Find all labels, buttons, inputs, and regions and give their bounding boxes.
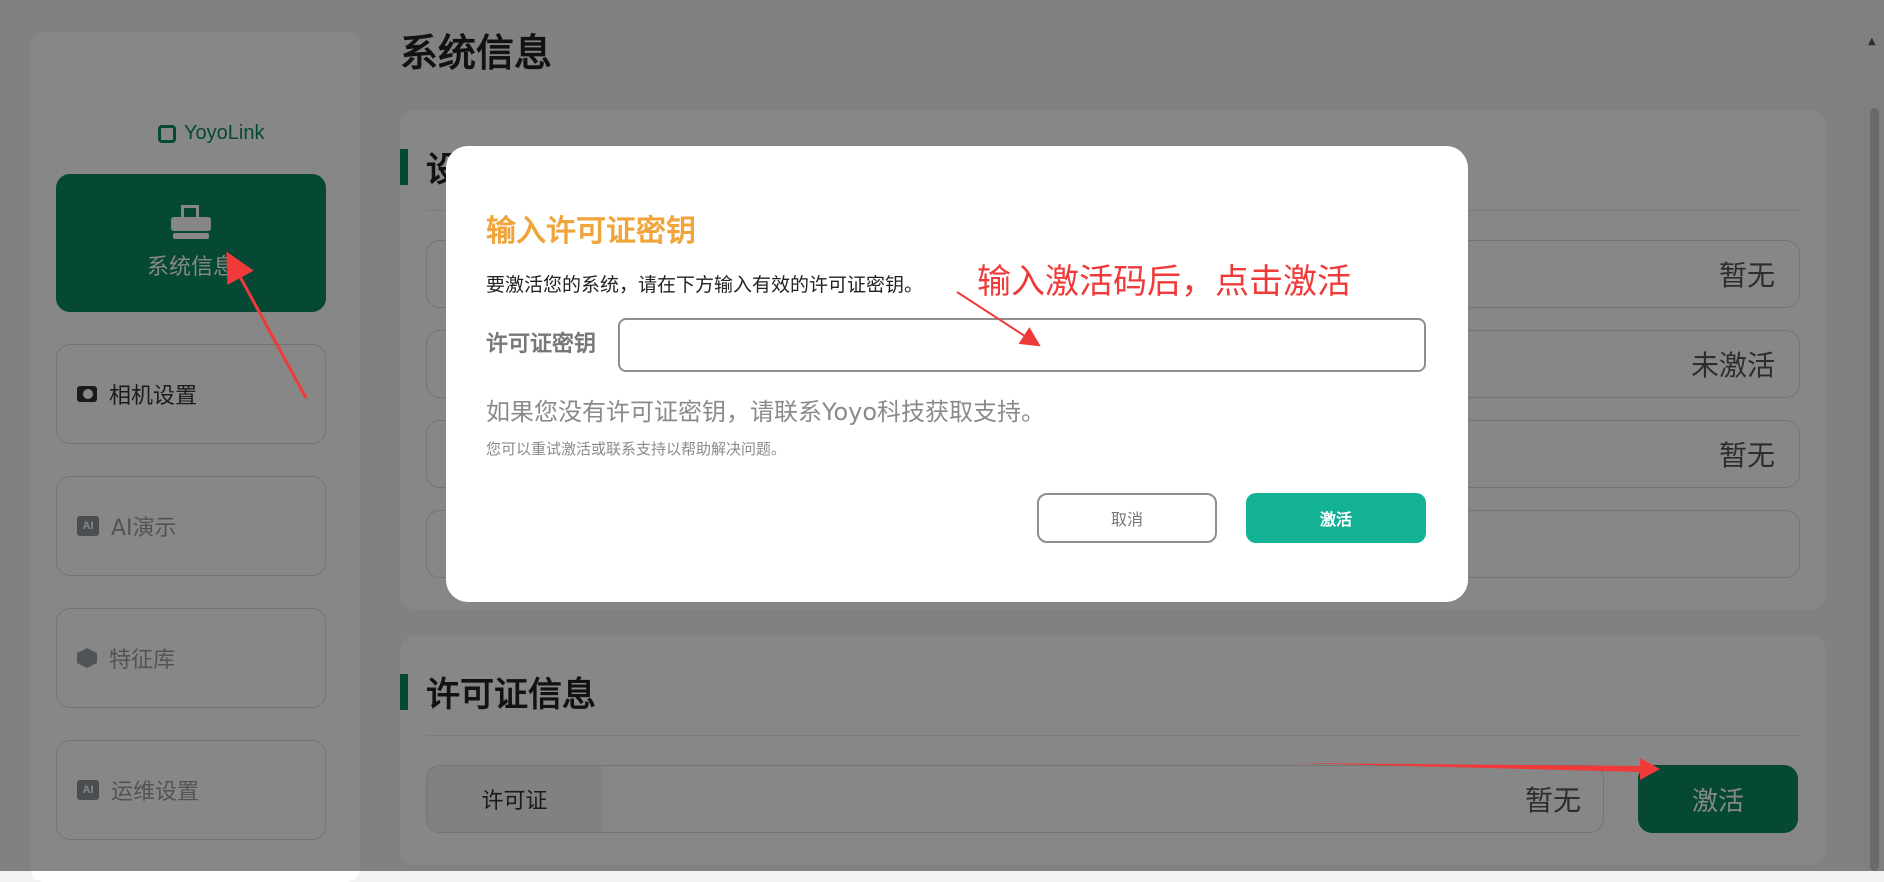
support-hint: 如果您没有许可证密钥，请联系Yoyo科技获取支持。 — [486, 398, 1046, 426]
activate-button[interactable]: 激活 — [1246, 493, 1426, 543]
license-key-label: 许可证密钥 — [486, 332, 597, 357]
annotation-instruction: 输入激活码后，点击激活 — [977, 262, 1351, 302]
retry-hint: 您可以重试激活或联系支持以帮助解决问题。 — [486, 440, 787, 458]
license-key-input[interactable] — [618, 318, 1426, 372]
dialog-description: 要激活您的系统，请在下方输入有效的许可证密钥。 — [486, 274, 924, 296]
app-root: YoyoLink 系统信息 相机设置 AI AI演示 特征库 AI 运维设置 系… — [0, 0, 1884, 882]
cancel-button[interactable]: 取消 — [1037, 493, 1217, 543]
dialog-title: 输入许可证密钥 — [486, 214, 696, 249]
license-key-dialog: 输入许可证密钥 要激活您的系统，请在下方输入有效的许可证密钥。 许可证密钥 如果… — [446, 146, 1468, 602]
